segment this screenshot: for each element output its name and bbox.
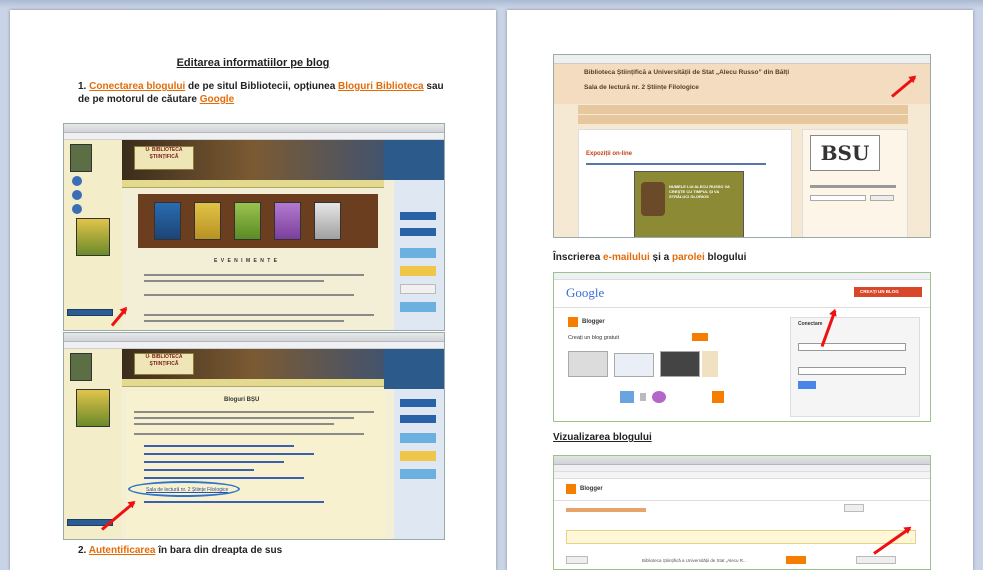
email-input[interactable] bbox=[798, 343, 906, 351]
blogger-dashboard-screenshot: Blogger Biblioteca Științifică a Univers… bbox=[553, 455, 931, 570]
step-1-link-google[interactable]: Google bbox=[200, 94, 234, 105]
edit-button[interactable] bbox=[786, 556, 806, 564]
blog-name: Biblioteca Științifică a Universității d… bbox=[642, 558, 747, 563]
library-nav-2[interactable] bbox=[122, 379, 384, 387]
view-blog-button[interactable] bbox=[856, 556, 896, 564]
blog-title: Biblioteca Științifică a Universității d… bbox=[584, 69, 790, 76]
poster-text: NUMELE LUI ALECU RUSSO VA CREȘTE CU TIMP… bbox=[669, 184, 730, 199]
google-logo: Google bbox=[566, 285, 605, 300]
email-link: e-mailului bbox=[603, 252, 650, 263]
view-blog-label: Vizualizarea blogului bbox=[553, 432, 652, 443]
post-title[interactable]: Expoziții on-line bbox=[586, 151, 632, 157]
email-password-label: Înscrierea e-mailului și a parolei blogu… bbox=[553, 252, 747, 263]
step-2: 2. Autentificarea în bara din dreapta de… bbox=[78, 544, 458, 557]
page-title: Editarea informatiilor pe blog bbox=[176, 57, 330, 69]
blog-subtitle: Sala de lectură nr. 2 Științe Filologice bbox=[584, 84, 699, 91]
tagline: Creați un blog gratuit bbox=[568, 335, 620, 341]
blogger-dash-label: Blogger bbox=[580, 486, 603, 492]
step-1-text-a: de pe situl Bibliotecii, opțiunea bbox=[185, 81, 339, 92]
step-1-number: 1. bbox=[78, 81, 87, 92]
step-1-link-bloguri[interactable]: Bloguri Biblioteca bbox=[338, 81, 424, 92]
bsu-logo: BSU bbox=[810, 135, 880, 171]
password-input[interactable] bbox=[798, 367, 906, 375]
bloguri-heading: Bloguri BȘU bbox=[224, 397, 260, 403]
blogger-login-screenshot: Google CREAȚI UN BLOG Blogger Creați un … bbox=[553, 272, 931, 422]
step-1: 1. Conectarea blogului de pe situl Bibli… bbox=[78, 80, 458, 106]
blog-tabs[interactable] bbox=[578, 105, 908, 114]
library-site-screenshot: U∙ BIBLIOTECA ȘTIINȚIFICĂ E V E N I M E … bbox=[63, 123, 445, 331]
bloguri-page-screenshot: U∙ BIBLIOTECA ȘTIINȚIFICĂ Bloguri BȘU Sa… bbox=[63, 332, 445, 540]
blogger-label: Blogger bbox=[582, 319, 605, 325]
signin-label: Conectare bbox=[798, 321, 823, 327]
create-blog-button[interactable]: CREAȚI UN BLOG bbox=[854, 287, 922, 297]
highlight-oval bbox=[128, 481, 240, 497]
password-link: parolei bbox=[671, 252, 705, 263]
events-heading: E V E N I M E N T E bbox=[214, 258, 279, 264]
blog-screenshot: Biblioteca Științifică a Universității d… bbox=[553, 54, 931, 238]
library-logo: U∙ BIBLIOTECA ȘTIINȚIFICĂ bbox=[134, 146, 194, 170]
document-page-left: Editarea informatiilor pe blog 1. Conect… bbox=[10, 10, 496, 570]
step-2-link[interactable]: Autentificarea bbox=[89, 545, 156, 556]
step-2-number: 2. bbox=[78, 545, 87, 556]
step-2-text: în bara din dreapta de sus bbox=[155, 545, 283, 556]
window-top-bar bbox=[0, 0, 983, 8]
actions-dropdown[interactable] bbox=[844, 504, 864, 512]
step-1-link-blog[interactable]: Conectarea blogului bbox=[89, 81, 185, 92]
library-nav[interactable] bbox=[122, 180, 384, 188]
bloguri-link-sidebar[interactable] bbox=[67, 309, 113, 316]
document-page-right: Biblioteca Științifică a Universității d… bbox=[507, 10, 973, 570]
library-logo-2: U∙ BIBLIOTECA ȘTIINȚIFICĂ bbox=[134, 353, 194, 375]
signin-button[interactable] bbox=[798, 381, 816, 389]
